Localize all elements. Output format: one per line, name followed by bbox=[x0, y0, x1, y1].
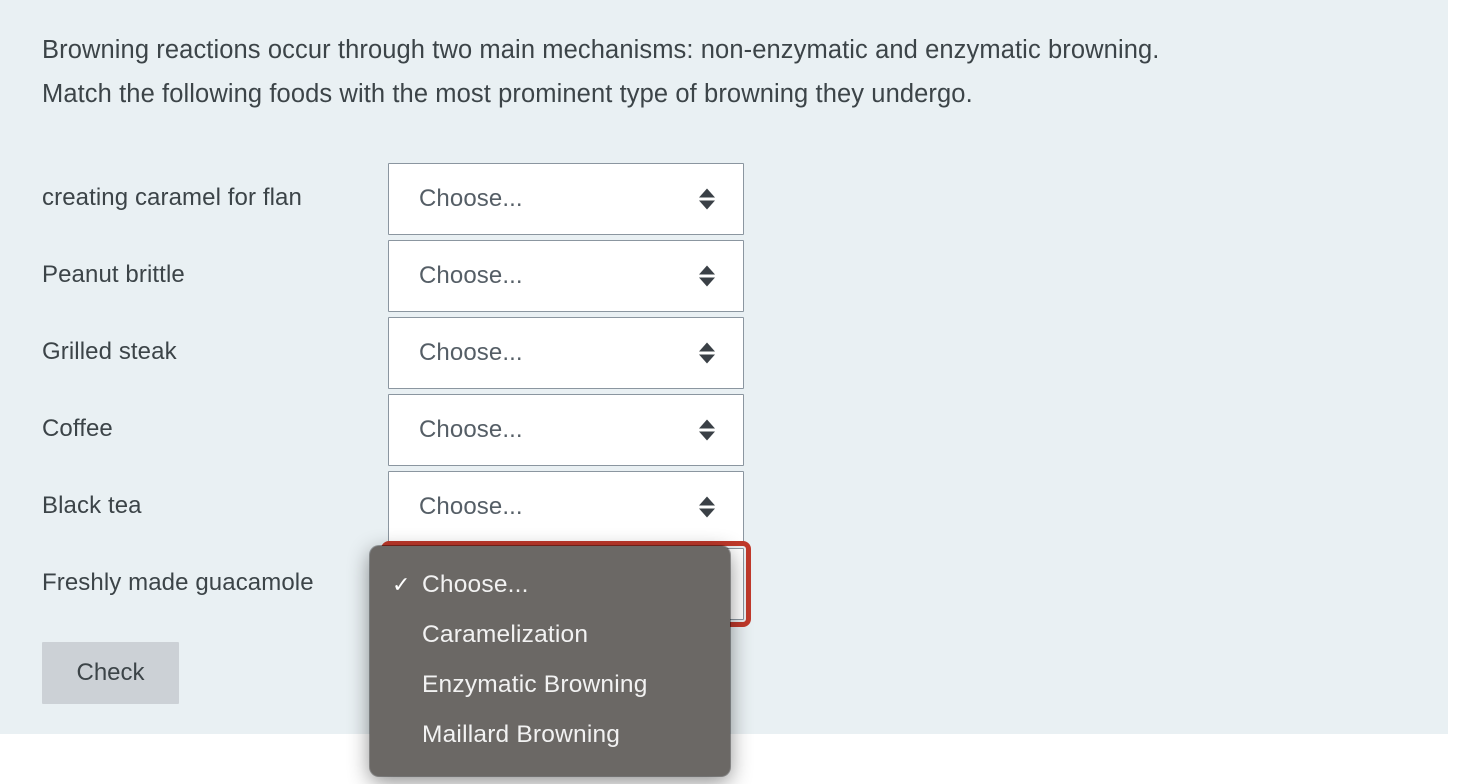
browning-type-select[interactable]: Choose... bbox=[388, 240, 744, 312]
up-down-chevron-icon bbox=[699, 496, 715, 518]
select-box[interactable]: Choose... bbox=[388, 317, 744, 389]
select-selected-value: Choose... bbox=[419, 185, 523, 212]
match-row: creating caramel for flan Choose... bbox=[42, 162, 752, 239]
chevron-up-icon bbox=[699, 342, 715, 352]
dropdown-option[interactable]: Caramelization bbox=[370, 610, 730, 660]
select-box[interactable]: Choose... bbox=[388, 471, 744, 543]
chevron-down-icon bbox=[699, 431, 715, 441]
match-row-label: Black tea bbox=[42, 492, 142, 519]
match-row: Grilled steak Choose... bbox=[42, 316, 752, 393]
select-box[interactable]: Choose... bbox=[388, 394, 744, 466]
browning-type-select[interactable]: Choose... bbox=[388, 163, 744, 235]
match-row: Peanut brittle Choose... bbox=[42, 239, 752, 316]
match-row-label: Grilled steak bbox=[42, 338, 177, 365]
chevron-up-icon bbox=[699, 419, 715, 429]
dropdown-option[interactable]: Enzymatic Browning bbox=[370, 660, 730, 710]
up-down-chevron-icon bbox=[699, 188, 715, 210]
dropdown-option-label: Enzymatic Browning bbox=[422, 671, 648, 698]
dropdown-option[interactable]: ✓ Choose... bbox=[370, 560, 730, 610]
match-row-label: Peanut brittle bbox=[42, 261, 185, 288]
select-box[interactable]: Choose... bbox=[388, 163, 744, 235]
up-down-chevron-icon bbox=[699, 419, 715, 441]
question-prompt: Browning reactions occur through two mai… bbox=[42, 36, 1160, 108]
chevron-down-icon bbox=[699, 200, 715, 210]
dropdown-option-label: Choose... bbox=[422, 571, 529, 598]
select-selected-value: Choose... bbox=[419, 416, 523, 443]
browning-type-select[interactable]: Choose... bbox=[388, 394, 744, 466]
browning-type-select[interactable]: Choose... bbox=[388, 317, 744, 389]
select-selected-value: Choose... bbox=[419, 339, 523, 366]
browning-type-select[interactable]: Choose... bbox=[388, 471, 744, 543]
match-row-label: Freshly made guacamole bbox=[42, 569, 314, 596]
chevron-down-icon bbox=[699, 354, 715, 364]
chevron-up-icon bbox=[699, 188, 715, 198]
up-down-chevron-icon bbox=[699, 342, 715, 364]
select-selected-value: Choose... bbox=[419, 493, 523, 520]
chevron-down-icon bbox=[699, 277, 715, 287]
dropdown-option[interactable]: Maillard Browning bbox=[370, 710, 730, 760]
match-row-label: Coffee bbox=[42, 415, 113, 442]
match-row-label: creating caramel for flan bbox=[42, 184, 302, 211]
select-dropdown-menu[interactable]: ✓ Choose... Caramelization Enzymatic Browni… bbox=[370, 546, 730, 776]
up-down-chevron-icon bbox=[699, 265, 715, 287]
check-icon: ✓ bbox=[392, 572, 411, 597]
select-selected-value: Choose... bbox=[419, 262, 523, 289]
dropdown-option-label: Caramelization bbox=[422, 621, 589, 648]
match-row: Coffee Choose... bbox=[42, 393, 752, 470]
match-row: Black tea Choose... bbox=[42, 470, 752, 547]
check-button[interactable]: Check bbox=[42, 642, 179, 704]
chevron-up-icon bbox=[699, 496, 715, 506]
chevron-down-icon bbox=[699, 508, 715, 518]
select-box[interactable]: Choose... bbox=[388, 240, 744, 312]
dropdown-option-label: Maillard Browning bbox=[422, 721, 621, 748]
chevron-up-icon bbox=[699, 265, 715, 275]
